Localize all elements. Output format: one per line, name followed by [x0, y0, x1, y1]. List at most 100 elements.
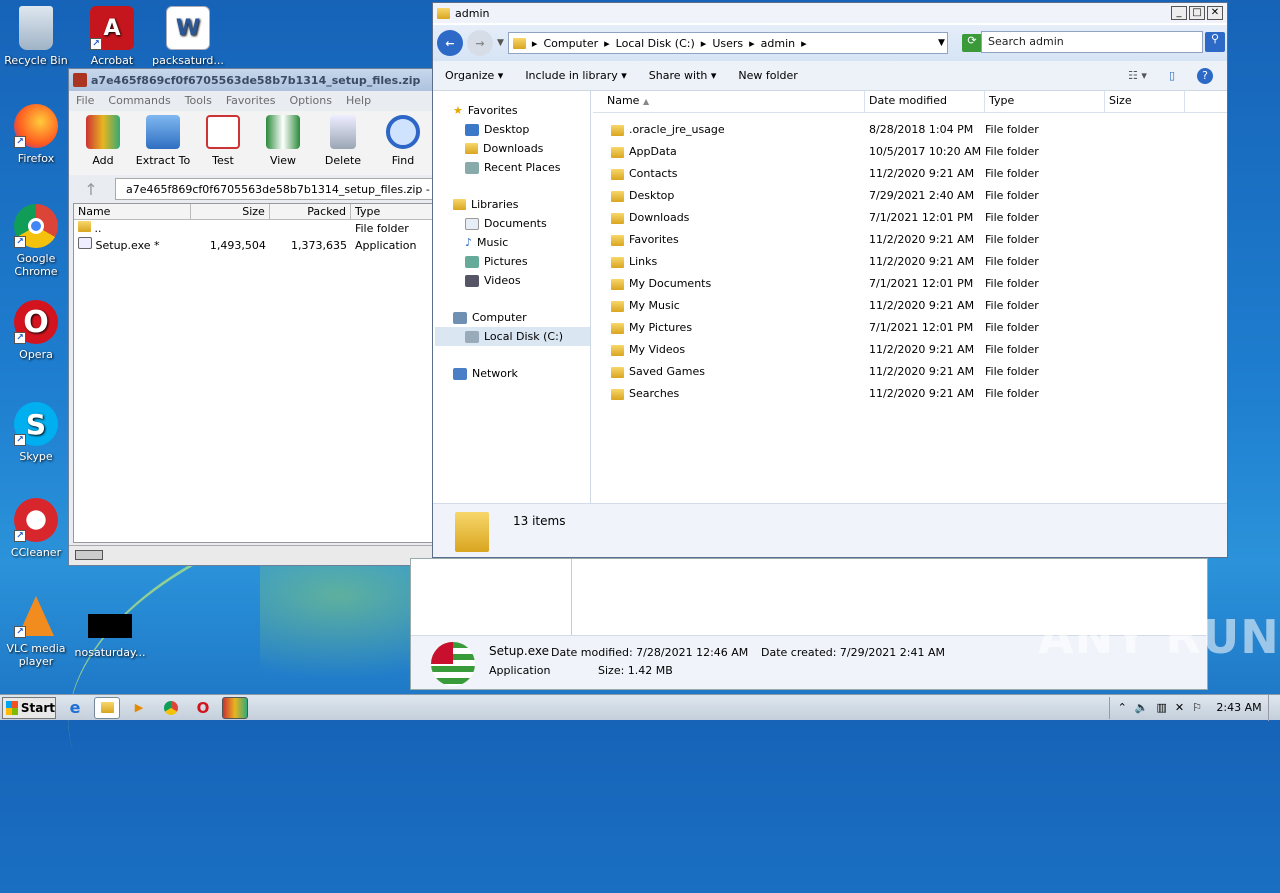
- preview-pane-icon[interactable]: ▯: [1169, 69, 1175, 82]
- nav-local-disk[interactable]: Local Disk (C:): [435, 327, 590, 346]
- col-date-modified[interactable]: Date modified: [865, 91, 985, 112]
- list-item[interactable]: Searches 11/2/2020 9:21 AM File folder: [593, 383, 1227, 405]
- volume-muted-icon[interactable]: ✕: [1175, 701, 1184, 714]
- list-item[interactable]: My Videos 11/2/2020 9:21 AM File folder: [593, 339, 1227, 361]
- nav-downloads[interactable]: Downloads: [453, 139, 590, 158]
- show-desktop-button[interactable]: [1268, 694, 1280, 721]
- list-item[interactable]: My Documents 7/1/2021 12:01 PM File folder: [593, 273, 1227, 295]
- menu-help[interactable]: Help: [346, 94, 371, 108]
- nav-computer[interactable]: Computer: [453, 308, 590, 327]
- up-arrow-icon[interactable]: ↑: [73, 180, 109, 199]
- list-item[interactable]: Saved Games 11/2/2020 9:21 AM File folder: [593, 361, 1227, 383]
- start-button[interactable]: Start: [2, 696, 56, 719]
- col-packed[interactable]: Packed: [270, 204, 351, 219]
- list-item[interactable]: My Music 11/2/2020 9:21 AM File folder: [593, 295, 1227, 317]
- maximize-button[interactable]: □: [1189, 6, 1205, 20]
- menu-file[interactable]: File: [76, 94, 94, 108]
- include-in-library-button[interactable]: Include in library ▾: [525, 69, 626, 82]
- recent-pages-chevron-icon[interactable]: ▼: [497, 38, 504, 48]
- list-item[interactable]: My Pictures 7/1/2021 12:01 PM File folder: [593, 317, 1227, 339]
- list-item[interactable]: .oracle_jre_usage 8/28/2018 1:04 PM File f…: [593, 119, 1227, 141]
- nav-videos[interactable]: Videos: [453, 271, 590, 290]
- close-button[interactable]: ✕: [1207, 6, 1223, 20]
- menu-tools[interactable]: Tools: [185, 94, 212, 108]
- breadcrumb-users[interactable]: Users: [712, 37, 743, 50]
- breadcrumb[interactable]: ▸ Computer ▸ Local Disk (C:) ▸ Users ▸ admi…: [507, 32, 948, 54]
- nav-favorites[interactable]: ★ Favorites: [453, 101, 590, 120]
- desktop-icon-acrobat[interactable]: A ↗ Acrobat: [76, 6, 148, 67]
- col-type[interactable]: Type: [985, 91, 1105, 112]
- refresh-button[interactable]: ⟳: [961, 34, 982, 52]
- clock[interactable]: 2:43 AM: [1210, 701, 1268, 714]
- col-size[interactable]: Size: [191, 204, 270, 219]
- col-name[interactable]: Name: [74, 204, 191, 219]
- search-input[interactable]: Search admin: [981, 31, 1203, 53]
- new-folder-button[interactable]: New folder: [738, 69, 797, 82]
- taskbar-explorer-icon[interactable]: [94, 696, 120, 719]
- taskbar-media-player-icon[interactable]: ▶: [126, 697, 152, 719]
- delete-button[interactable]: Delete: [315, 115, 371, 171]
- archive-file-list[interactable]: Name Size Packed Type .. File folder Set…: [73, 203, 437, 543]
- add-button[interactable]: Add: [75, 115, 131, 171]
- find-button[interactable]: Find: [375, 115, 431, 171]
- back-button[interactable]: ←: [437, 30, 463, 56]
- view-button[interactable]: View: [255, 115, 311, 171]
- desktop-icon-chrome[interactable]: ↗ Google Chrome: [0, 204, 72, 278]
- desktop-icon-nosaturday[interactable]: nosaturday...: [74, 614, 146, 659]
- table-row[interactable]: Setup.exe * 1,493,504 1,373,635 Applicat…: [74, 237, 436, 254]
- nav-libraries[interactable]: Libraries: [453, 195, 590, 214]
- breadcrumb-dropdown-icon[interactable]: ▼: [938, 38, 945, 48]
- list-item[interactable]: Desktop 7/29/2021 2:40 AM File folder: [593, 185, 1227, 207]
- table-row[interactable]: .. File folder: [74, 220, 436, 237]
- nav-network[interactable]: Network: [453, 364, 590, 383]
- desktop-icon-word-doc[interactable]: Wpacksaturd...: [152, 6, 224, 67]
- network-tray-icon[interactable]: ▥: [1157, 701, 1167, 714]
- winrar-window[interactable]: a7e465f869cf0f6705563de58b7b1314_setup_f…: [68, 68, 438, 566]
- extract-to-button[interactable]: Extract To: [135, 115, 191, 171]
- list-item[interactable]: Links 11/2/2020 9:21 AM File folder: [593, 251, 1227, 273]
- nav-recent-places[interactable]: Recent Places: [453, 158, 590, 177]
- speaker-icon[interactable]: 🔈: [1135, 701, 1149, 714]
- organize-button[interactable]: Organize ▾: [445, 69, 503, 82]
- action-center-flag-icon[interactable]: ⚐: [1192, 701, 1202, 714]
- desktop-icon-vlc[interactable]: ↗ VLC media player: [0, 594, 72, 668]
- taskbar-ie-icon[interactable]: e: [62, 697, 88, 719]
- desktop-icon-ccleaner[interactable]: ↗ CCleaner: [0, 498, 72, 559]
- breadcrumb-admin[interactable]: admin: [761, 37, 795, 50]
- desktop-icon-firefox[interactable]: ↗ Firefox: [0, 104, 72, 165]
- taskbar-chrome-icon[interactable]: [158, 697, 184, 719]
- minimize-button[interactable]: _: [1171, 6, 1187, 20]
- share-with-button[interactable]: Share with ▾: [649, 69, 717, 82]
- nav-music[interactable]: ♪ Music: [453, 233, 590, 252]
- help-icon[interactable]: ?: [1197, 67, 1213, 84]
- show-hidden-icons-chevron-icon[interactable]: ⌃: [1118, 701, 1127, 714]
- col-type[interactable]: Type: [351, 204, 436, 219]
- menu-commands[interactable]: Commands: [108, 94, 170, 108]
- search-icon[interactable]: ⚲: [1205, 32, 1225, 52]
- test-button[interactable]: Test: [195, 115, 251, 171]
- view-options-icon[interactable]: ☷ ▾: [1128, 69, 1147, 82]
- breadcrumb-local-disk[interactable]: Local Disk (C:): [616, 37, 695, 50]
- col-size[interactable]: Size: [1105, 91, 1185, 112]
- nav-documents[interactable]: Documents: [453, 214, 590, 233]
- nav-desktop[interactable]: Desktop: [453, 120, 590, 139]
- archive-path[interactable]: a7e465f869cf0f6705563de58b7b1314_setup_f…: [115, 178, 433, 200]
- menu-favorites[interactable]: Favorites: [226, 94, 276, 108]
- menu-options[interactable]: Options: [290, 94, 332, 108]
- winrar-titlebar[interactable]: a7e465f869cf0f6705563de58b7b1314_setup_f…: [69, 69, 437, 91]
- taskbar-winrar-icon[interactable]: [222, 696, 248, 719]
- list-item[interactable]: Favorites 11/2/2020 9:21 AM File folder: [593, 229, 1227, 251]
- list-item[interactable]: AppData 10/5/2017 10:20 AM File folder: [593, 141, 1227, 163]
- file-list[interactable]: Name ▲ Date modified Type Size .oracle_j…: [593, 91, 1227, 503]
- list-item[interactable]: Downloads 7/1/2021 12:01 PM File folder: [593, 207, 1227, 229]
- desktop-icon-opera[interactable]: O ↗ Opera: [0, 300, 72, 361]
- list-item[interactable]: Contacts 11/2/2020 9:21 AM File folder: [593, 163, 1227, 185]
- nav-pictures[interactable]: Pictures: [453, 252, 590, 271]
- desktop-icon-recycle-bin[interactable]: Recycle Bin: [0, 6, 72, 67]
- forward-button[interactable]: →: [467, 30, 493, 56]
- col-name[interactable]: Name ▲: [593, 91, 865, 112]
- breadcrumb-computer[interactable]: Computer: [543, 37, 598, 50]
- explorer-window[interactable]: admin _ □ ✕ ← → ▼ ▸ Computer ▸ Local Disk…: [432, 2, 1228, 558]
- taskbar-opera-icon[interactable]: O: [190, 697, 216, 719]
- desktop-icon-skype[interactable]: S ↗ Skype: [0, 402, 72, 463]
